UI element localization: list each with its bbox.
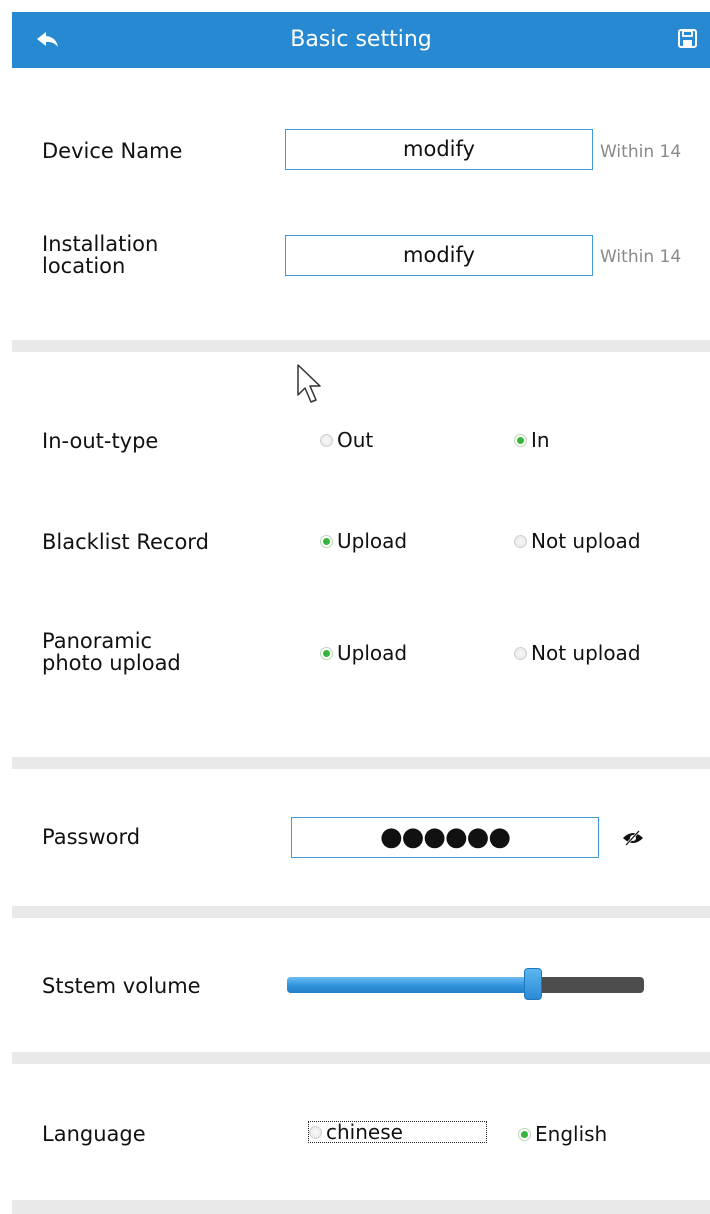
installation-location-hint: Within 14 bbox=[600, 247, 682, 267]
section-divider bbox=[12, 1052, 710, 1064]
volume-slider-fill bbox=[287, 977, 533, 993]
eye-hidden-icon bbox=[623, 830, 643, 846]
radio-label: English bbox=[535, 1122, 608, 1146]
radio-unselected-icon bbox=[309, 1125, 322, 1139]
radio-label: chinese bbox=[326, 1120, 403, 1144]
language-label: Language bbox=[42, 1122, 146, 1146]
volume-slider-thumb[interactable] bbox=[524, 968, 542, 1000]
radio-unselected-icon bbox=[514, 646, 527, 660]
system-volume-label: Ststem volume bbox=[42, 974, 201, 998]
password-input[interactable]: ●●●●●● bbox=[291, 817, 599, 858]
radio-label: In bbox=[531, 428, 550, 452]
radio-unselected-icon bbox=[514, 534, 527, 548]
save-button[interactable] bbox=[677, 28, 699, 50]
radio-selected-icon bbox=[518, 1127, 531, 1141]
radio-label: Upload bbox=[337, 529, 408, 553]
radio-label: Not upload bbox=[531, 529, 641, 553]
section-divider bbox=[12, 906, 710, 918]
in-out-type-label: In-out-type bbox=[42, 429, 159, 453]
radio-selected-icon bbox=[320, 646, 333, 660]
panoramic-photo-upload-label: Panoramic photo upload bbox=[42, 630, 181, 674]
radio-label: Not upload bbox=[531, 641, 641, 665]
device-name-hint: Within 14 bbox=[600, 142, 682, 162]
installation-location-label-line1: Installation bbox=[42, 232, 159, 256]
radio-unselected-icon bbox=[320, 433, 333, 447]
device-name-label: Device Name bbox=[42, 139, 183, 163]
password-visibility-toggle[interactable] bbox=[622, 830, 644, 846]
installation-location-label: Installation location bbox=[42, 233, 158, 277]
in-out-type-option-in[interactable]: In bbox=[514, 428, 550, 452]
blacklist-record-option-upload[interactable]: Upload bbox=[320, 529, 407, 553]
floppy-save-icon bbox=[678, 29, 697, 48]
section-divider bbox=[12, 757, 710, 769]
panoramic-label-line1: Panoramic bbox=[42, 629, 153, 653]
panoramic-option-upload[interactable]: Upload bbox=[320, 641, 407, 665]
page-title: Basic setting bbox=[290, 27, 432, 52]
panoramic-option-not-upload[interactable]: Not upload bbox=[514, 641, 641, 665]
radio-label: Upload bbox=[337, 641, 408, 665]
radio-label: Out bbox=[337, 428, 374, 452]
blacklist-record-option-not-upload[interactable]: Not upload bbox=[514, 529, 641, 553]
section-divider bbox=[12, 340, 710, 352]
section-divider bbox=[12, 1200, 710, 1214]
header-bar: Basic setting bbox=[12, 12, 710, 68]
volume-slider-track[interactable] bbox=[287, 977, 644, 993]
mouse-cursor-icon bbox=[297, 364, 321, 403]
panoramic-label-line2: photo upload bbox=[42, 651, 181, 675]
language-option-english[interactable]: English bbox=[518, 1122, 607, 1146]
language-option-chinese[interactable]: chinese bbox=[308, 1120, 487, 1144]
radio-selected-icon bbox=[514, 433, 527, 447]
device-name-input[interactable]: modify bbox=[285, 129, 593, 170]
installation-location-label-line2: location bbox=[42, 254, 126, 278]
in-out-type-option-out[interactable]: Out bbox=[320, 428, 373, 452]
installation-location-input[interactable]: modify bbox=[285, 235, 593, 276]
radio-selected-icon bbox=[320, 534, 333, 548]
password-label: Password bbox=[42, 825, 141, 849]
blacklist-record-label: Blacklist Record bbox=[42, 530, 209, 554]
